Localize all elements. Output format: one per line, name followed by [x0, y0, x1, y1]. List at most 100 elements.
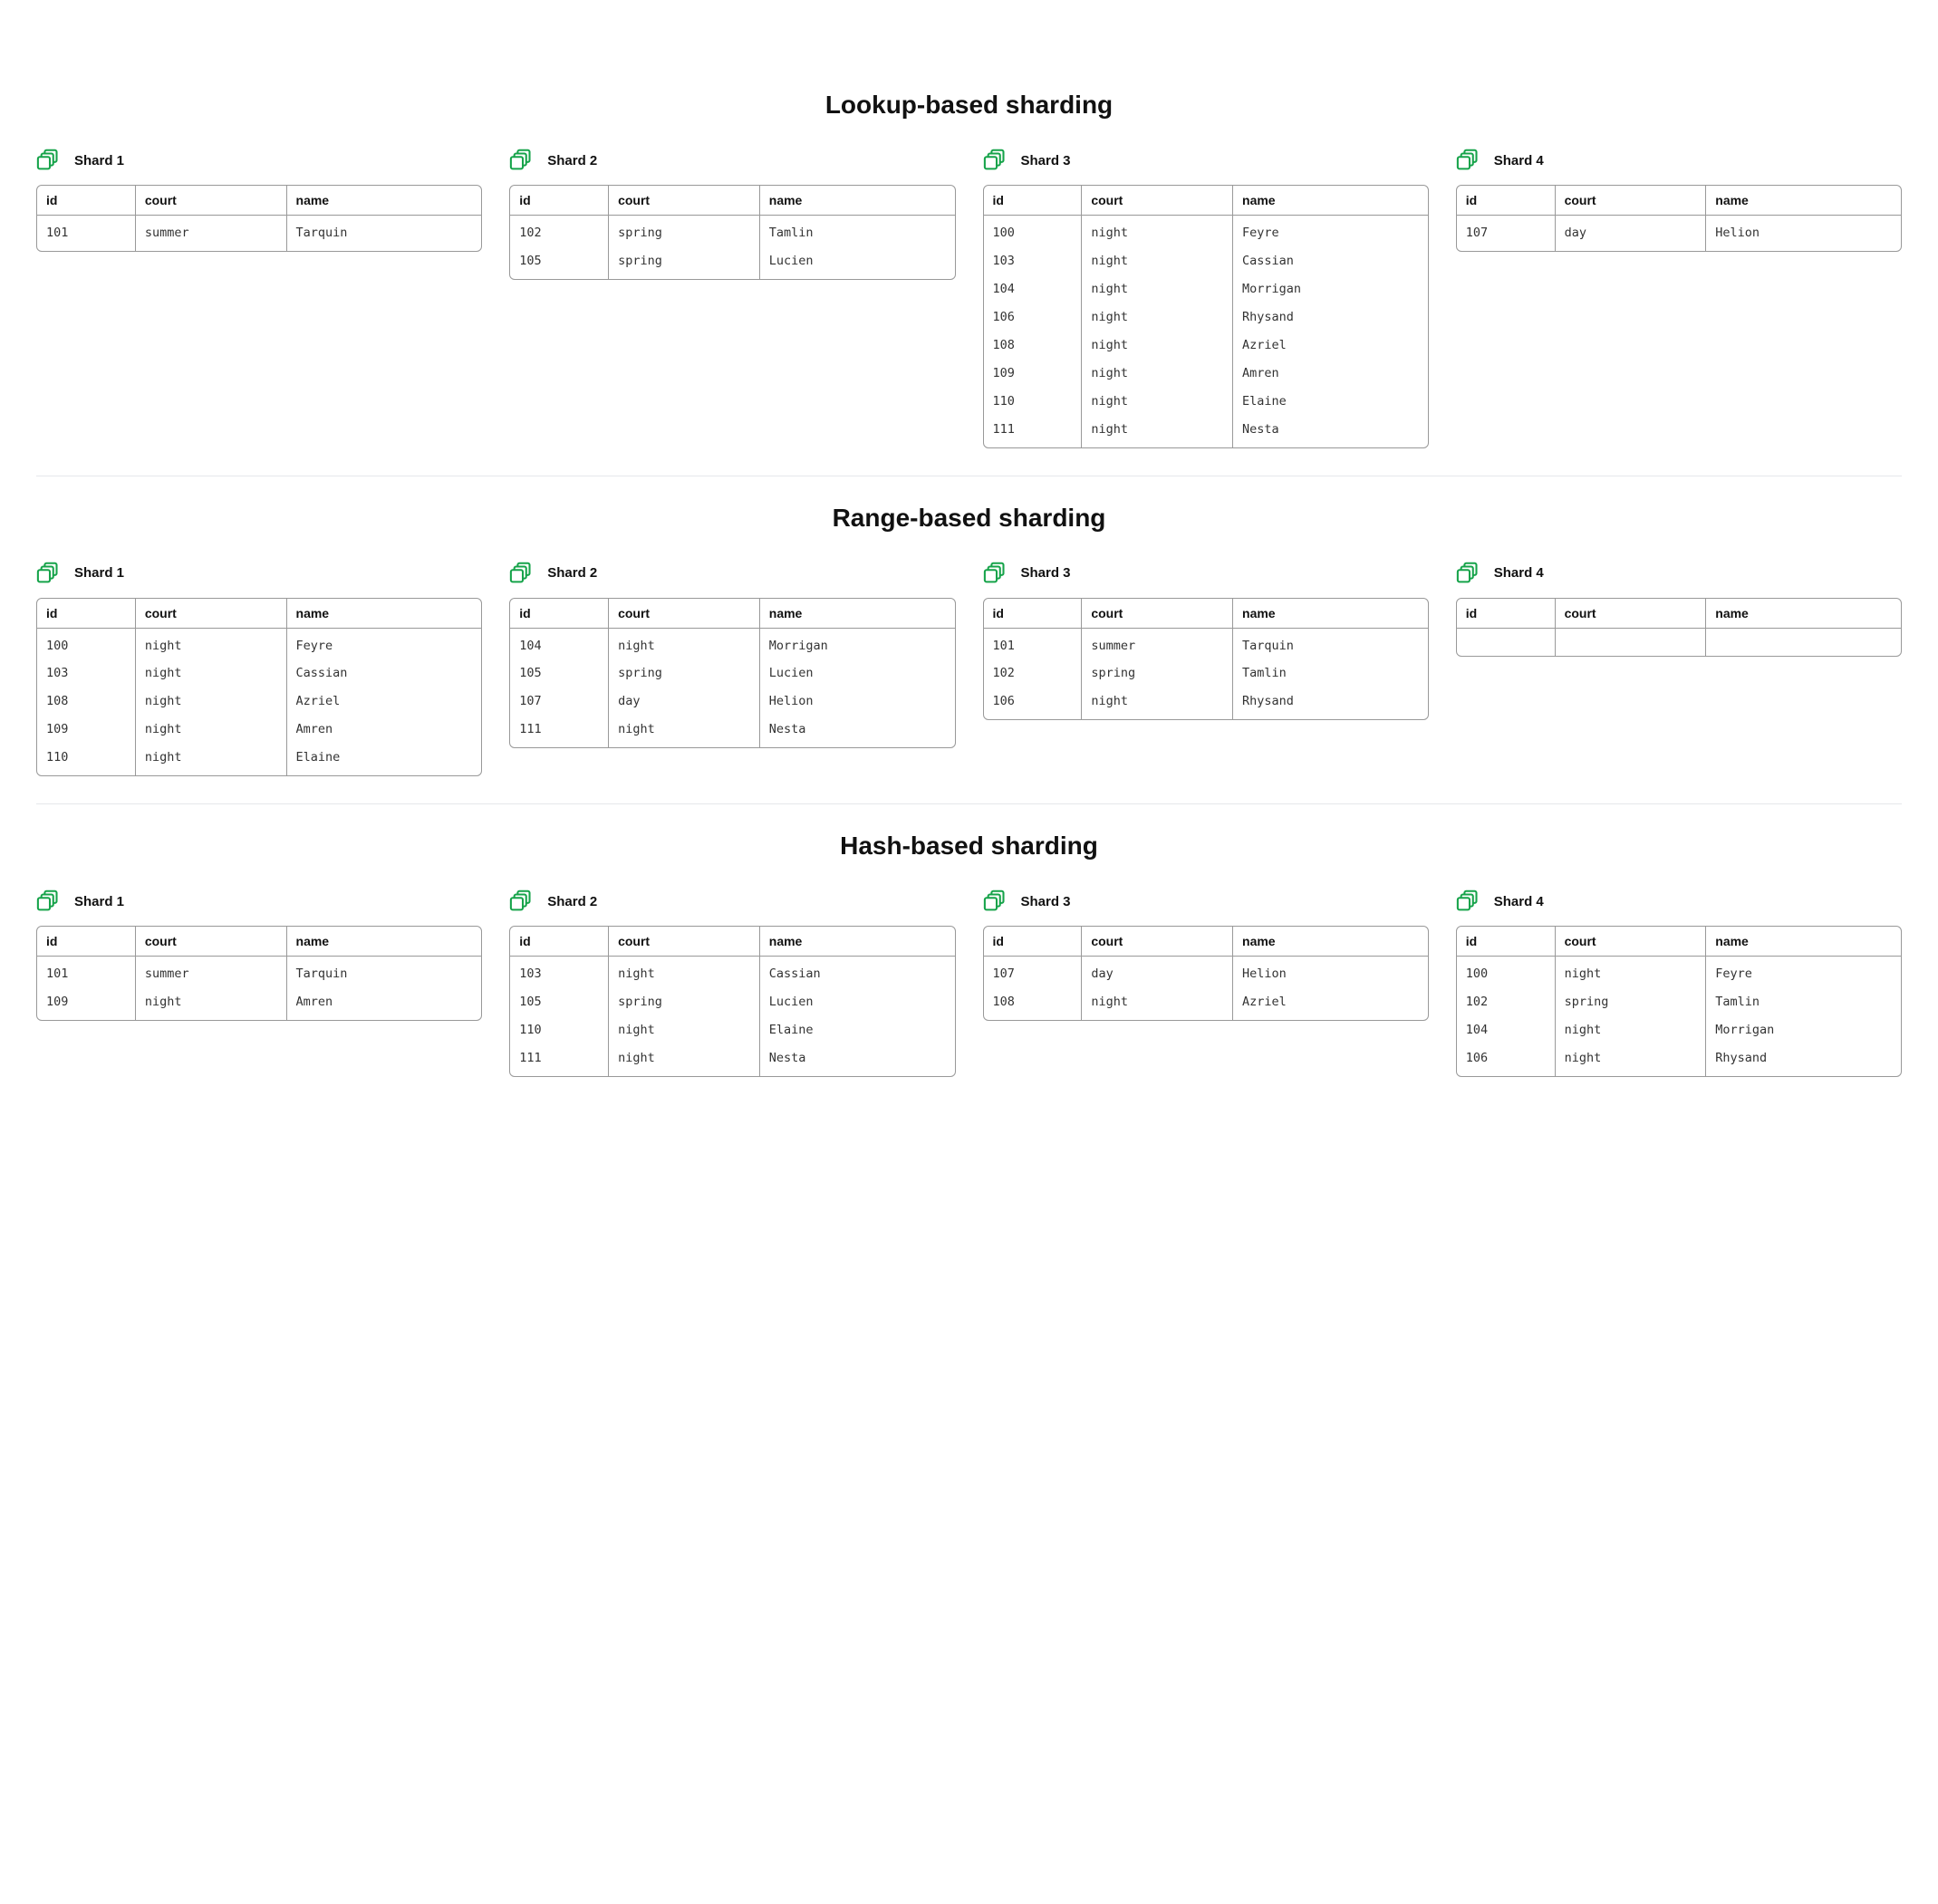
column-header-id: id: [1457, 599, 1555, 629]
shard-table: idcourtname102springTamlin105springLucie…: [509, 185, 955, 280]
database-icon: [36, 888, 63, 915]
cell-id: 102: [984, 659, 1082, 688]
column-header-id: id: [37, 186, 135, 216]
column-header-court: court: [135, 927, 286, 957]
table-row: 111nightNesta: [510, 1044, 954, 1076]
cell-court: night: [1081, 388, 1232, 416]
section-title: Lookup-based sharding: [36, 91, 1902, 120]
column-header-court: court: [608, 927, 759, 957]
cell-name: Nesta: [1232, 416, 1428, 447]
column-header-court: court: [1081, 599, 1232, 629]
cell-name: Feyre: [286, 629, 482, 660]
cell-court: spring: [1081, 659, 1232, 688]
shard-table: idcourtname100nightFeyre103nightCassian1…: [36, 598, 482, 777]
table-row: 111nightNesta: [510, 716, 954, 747]
cell-name: Lucien: [759, 659, 955, 688]
cell-court: night: [1081, 988, 1232, 1020]
section-title: Hash-based sharding: [36, 832, 1902, 861]
cell-name: Morrigan: [1705, 1016, 1901, 1044]
shard-header: Shard 3: [983, 888, 1429, 915]
cell-id: 103: [510, 957, 608, 988]
table-row-empty: [1457, 629, 1901, 656]
cell-id: 111: [510, 1044, 608, 1076]
column-header-id: id: [510, 927, 608, 957]
column-header-id: id: [510, 186, 608, 216]
cell-court: summer: [135, 957, 286, 988]
shard: Shard 3idcourtname101summerTarquin102spr…: [983, 560, 1429, 721]
cell-court: night: [608, 716, 759, 747]
cell-id: 104: [510, 629, 608, 660]
cell-id: 106: [984, 303, 1082, 332]
cell-id: 109: [37, 988, 135, 1020]
table-row: 107dayHelion: [984, 957, 1428, 988]
cell-name: Tarquin: [286, 216, 482, 251]
cell-court: spring: [608, 247, 759, 279]
table-row: 100nightFeyre: [1457, 957, 1901, 988]
table-row: 109nightAmren: [37, 988, 481, 1020]
cell-id: 108: [984, 332, 1082, 360]
table-row: 104nightMorrigan: [510, 629, 954, 660]
shard-header: Shard 4: [1456, 888, 1902, 915]
cell-name: Elaine: [286, 744, 482, 775]
cell-id: 104: [984, 275, 1082, 303]
cell-court: spring: [608, 216, 759, 247]
cell-id: 103: [37, 659, 135, 688]
cell-name: Rhysand: [1232, 303, 1428, 332]
cell-id: 105: [510, 247, 608, 279]
cell-id: 102: [510, 216, 608, 247]
cell-name: Lucien: [759, 988, 955, 1016]
cell-id: 109: [984, 360, 1082, 388]
shard: Shard 4idcourtname100nightFeyre102spring…: [1456, 888, 1902, 1077]
sharding-section: Range-based shardingShard 1idcourtname10…: [36, 476, 1902, 804]
shard-header: Shard 2: [509, 560, 955, 587]
cell-court: night: [135, 629, 286, 660]
cell-court: night: [135, 744, 286, 775]
table-row: 101summerTarquin: [37, 216, 481, 251]
shard-table: idcourtname101summerTarquin: [36, 185, 482, 252]
cell-id: 100: [984, 216, 1082, 247]
column-header-name: name: [1232, 186, 1428, 216]
cell-name: Nesta: [759, 1044, 955, 1076]
cell-court: spring: [608, 988, 759, 1016]
table-row: 106nightRhysand: [984, 303, 1428, 332]
column-header-court: court: [135, 599, 286, 629]
shards-row: Shard 1idcourtname101summerTarquin109nig…: [36, 888, 1902, 1077]
column-header-name: name: [759, 186, 955, 216]
cell-court: night: [1081, 247, 1232, 275]
cell-id: 110: [510, 1016, 608, 1044]
table-row: 104nightMorrigan: [984, 275, 1428, 303]
cell-id: 101: [37, 957, 135, 988]
cell-id: 107: [1457, 216, 1555, 251]
cell-court: summer: [1081, 629, 1232, 660]
cell-court: day: [1555, 216, 1706, 251]
shard-label: Shard 3: [1021, 153, 1071, 168]
table-row: 104nightMorrigan: [1457, 1016, 1901, 1044]
shard-header: Shard 2: [509, 147, 955, 174]
table-row: 105springLucien: [510, 247, 954, 279]
cell-name: Tamlin: [1705, 988, 1901, 1016]
cell-court: night: [1081, 416, 1232, 447]
cell-court: night: [135, 988, 286, 1020]
column-header-name: name: [759, 927, 955, 957]
cell-name: Rhysand: [1705, 1044, 1901, 1076]
cell-name: Nesta: [759, 716, 955, 747]
column-header-court: court: [135, 186, 286, 216]
cell-name: Tamlin: [1232, 659, 1428, 688]
shard-header: Shard 4: [1456, 147, 1902, 174]
table-row: 102springTamlin: [510, 216, 954, 247]
table-row: 107dayHelion: [510, 688, 954, 716]
cell-name: Helion: [1232, 957, 1428, 988]
table-row: 108nightAzriel: [984, 332, 1428, 360]
cell-name: Cassian: [759, 957, 955, 988]
cell-id: 102: [1457, 988, 1555, 1016]
cell-id: 101: [984, 629, 1082, 660]
column-header-court: court: [1081, 927, 1232, 957]
cell-id: 108: [984, 988, 1082, 1020]
cell-name: Feyre: [1232, 216, 1428, 247]
cell-court: night: [1081, 332, 1232, 360]
cell-id: 106: [1457, 1044, 1555, 1076]
column-header-id: id: [37, 927, 135, 957]
cell-name: Amren: [286, 988, 482, 1020]
table-row: 102springTamlin: [1457, 988, 1901, 1016]
shard-label: Shard 3: [1021, 894, 1071, 909]
